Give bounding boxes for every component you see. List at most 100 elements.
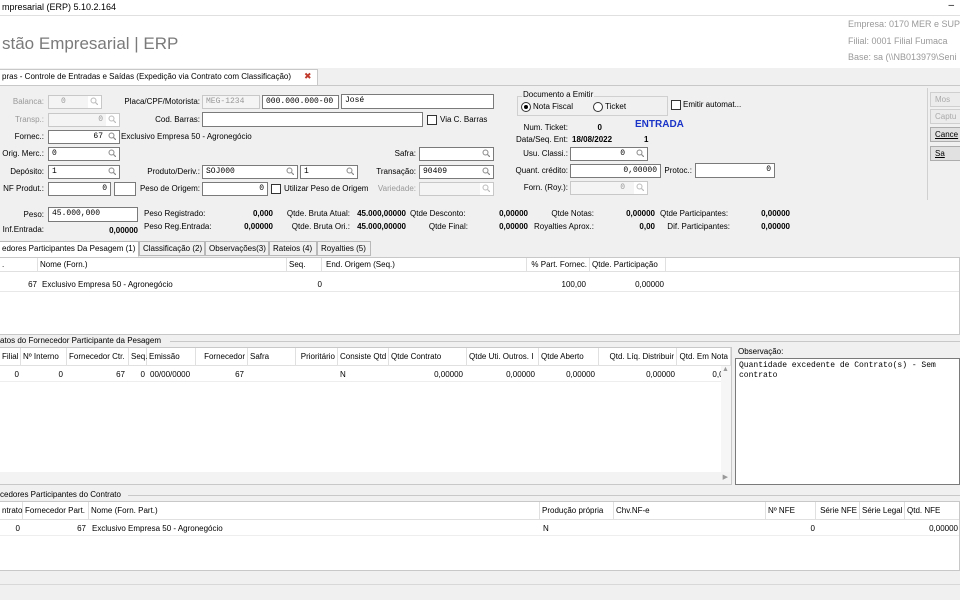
col-header[interactable]: Nº Interno	[21, 348, 67, 365]
utilizar-peso-checkbox[interactable]	[271, 184, 281, 194]
filial-info: Filial: 0001 Filial Fumaca	[848, 36, 948, 46]
col-header[interactable]: % Part. Fornec.	[527, 258, 590, 271]
horizontal-scrollbar[interactable]: ▶	[0, 472, 731, 484]
col-header[interactable]: Emissão	[147, 348, 196, 365]
sair-button[interactable]: Sa	[930, 146, 960, 161]
produto-input[interactable]: SOJ000	[202, 165, 298, 179]
col-header[interactable]: Filial	[0, 348, 21, 365]
col-header[interactable]: Qtde Uti. Outros. I	[467, 348, 539, 365]
tab-royalties[interactable]: Royalties (5)	[317, 241, 371, 256]
col-header[interactable]: Safra	[248, 348, 296, 365]
col-header[interactable]: Qtd. Em Nota	[677, 348, 731, 365]
safra-input[interactable]	[419, 147, 494, 161]
col-header[interactable]: Prioritário	[296, 348, 338, 365]
col-header[interactable]: Consiste Qtd	[338, 348, 389, 365]
cell: N	[543, 524, 549, 533]
nota-fiscal-radio[interactable]	[521, 102, 531, 112]
col-header[interactable]: Qtde Contrato	[389, 348, 467, 365]
protoc-input[interactable]: 0	[695, 163, 775, 178]
search-icon[interactable]	[88, 96, 101, 108]
search-icon[interactable]	[344, 166, 357, 178]
document-tab[interactable]: pras - Controle de Entradas e Saídas (Ex…	[0, 69, 318, 85]
col-header[interactable]: Chv.NF-e	[614, 502, 766, 519]
nf-produt-extra[interactable]	[114, 182, 136, 196]
capturar-button[interactable]: Captu	[930, 109, 960, 124]
transacao-input[interactable]: 90409	[419, 165, 494, 179]
search-icon[interactable]	[106, 114, 119, 126]
close-tab-icon[interactable]: ✖	[304, 71, 312, 82]
cod-barras-input[interactable]	[202, 112, 423, 127]
minimize-button[interactable]: –	[948, 0, 954, 11]
cancelar-button[interactable]: Cance	[930, 127, 960, 142]
bruta-ori-value: 45.000,00000	[357, 222, 406, 231]
variedade-input[interactable]	[419, 182, 494, 196]
col-header[interactable]: Fornecedor	[196, 348, 248, 365]
motorista-input[interactable]: José	[341, 94, 494, 109]
placa-input[interactable]: MEG-1234	[202, 95, 260, 109]
scroll-right-icon[interactable]: ▶	[723, 473, 728, 481]
cell: 0,00000	[635, 280, 664, 289]
col-header[interactable]: .	[0, 258, 38, 271]
bruta-ori-label: Qtde. Bruta Ori.:	[291, 222, 350, 231]
quant-credito-input[interactable]: 0,00000	[570, 164, 661, 178]
cpf-input[interactable]: 000.000.000-00	[262, 95, 339, 109]
col-header[interactable]: Série Legal	[860, 502, 905, 519]
search-icon[interactable]	[106, 166, 119, 178]
col-header[interactable]: Seq.	[287, 258, 322, 271]
dif-value: 0,00000	[761, 222, 790, 231]
tab-rateios[interactable]: Rateios (4)	[269, 241, 317, 256]
col-header[interactable]: Qtd. Líq. Distribuir	[599, 348, 677, 365]
peso-input[interactable]: 45.000,000	[48, 207, 138, 222]
col-header[interactable]: End. Origem (Seq.)	[322, 258, 527, 271]
tab-observacoes[interactable]: Observações(3)	[205, 241, 269, 256]
emitir-automat-checkbox[interactable]	[671, 100, 681, 110]
peso-origem-input[interactable]: 0	[202, 182, 268, 196]
table-row[interactable]: 0 67 Exclusivo Empresa 50 - Agronegócio …	[0, 522, 959, 536]
col-header[interactable]: Nome (Forn.)	[38, 258, 287, 271]
col-header[interactable]: Fornecedor Ctr.	[67, 348, 129, 365]
cell: 67	[235, 370, 244, 379]
tab-fornecedores-participantes[interactable]: edores Participantes Da Pesagem (1)	[0, 241, 139, 257]
balanca-input[interactable]: 0	[48, 95, 102, 109]
forn-roy-input[interactable]: 0	[570, 181, 648, 195]
table-row[interactable]: 0 0 67 0 00/00/0000 67 N 0,00000 0,00000…	[0, 368, 731, 382]
tab-classificacao[interactable]: Classificação (2)	[139, 241, 205, 256]
col-header[interactable]: Série NFE	[816, 502, 860, 519]
scroll-up-icon[interactable]: ▲	[722, 366, 729, 373]
vertical-scrollbar[interactable]: ▲	[721, 366, 731, 472]
cell: 67	[28, 280, 37, 289]
observacao-textarea[interactable]: Quantidade excedente de Contrato(s) - Se…	[735, 358, 960, 485]
col-header[interactable]: Fornecedor Part.	[23, 502, 89, 519]
col-header[interactable]: ntrato	[0, 502, 23, 519]
table-row[interactable]: 67 Exclusivo Empresa 50 - Agronegócio 0 …	[0, 278, 959, 292]
deposito-input[interactable]: 1	[48, 165, 120, 179]
transp-input[interactable]: 0	[48, 113, 120, 127]
search-icon[interactable]	[106, 131, 119, 143]
cell: 0	[58, 370, 63, 379]
search-icon[interactable]	[634, 182, 647, 194]
col-header[interactable]: Qtde. Participação	[590, 258, 666, 271]
col-header[interactable]: Qtd. NFE	[905, 502, 959, 519]
notas-value: 0,00000	[626, 209, 655, 218]
search-icon[interactable]	[480, 183, 493, 195]
search-icon[interactable]	[634, 148, 647, 160]
col-header[interactable]: Qtde Aberto	[539, 348, 599, 365]
ticket-radio[interactable]	[593, 102, 603, 112]
search-icon[interactable]	[480, 148, 493, 160]
desconto-label: Qtde Desconto:	[410, 209, 466, 218]
nf-produt-input[interactable]: 0	[48, 182, 111, 196]
orig-merc-input[interactable]: 0	[48, 147, 120, 161]
col-header[interactable]: Nome (Forn. Part.)	[89, 502, 540, 519]
via-c-barras-checkbox[interactable]	[427, 115, 437, 125]
search-icon[interactable]	[284, 166, 297, 178]
fornec-input[interactable]: 67	[48, 130, 120, 144]
mostrar-button[interactable]: Mos	[930, 92, 960, 107]
col-header[interactable]: Produção própria	[540, 502, 614, 519]
col-header[interactable]: Seq.	[129, 348, 147, 365]
deriv-input[interactable]: 1	[300, 165, 358, 179]
search-icon[interactable]	[106, 148, 119, 160]
col-header[interactable]: Nº NFE	[766, 502, 816, 519]
search-icon[interactable]	[480, 166, 493, 178]
variedade-label: Variedade:	[377, 184, 416, 193]
usu-classi-input[interactable]: 0	[570, 147, 648, 161]
